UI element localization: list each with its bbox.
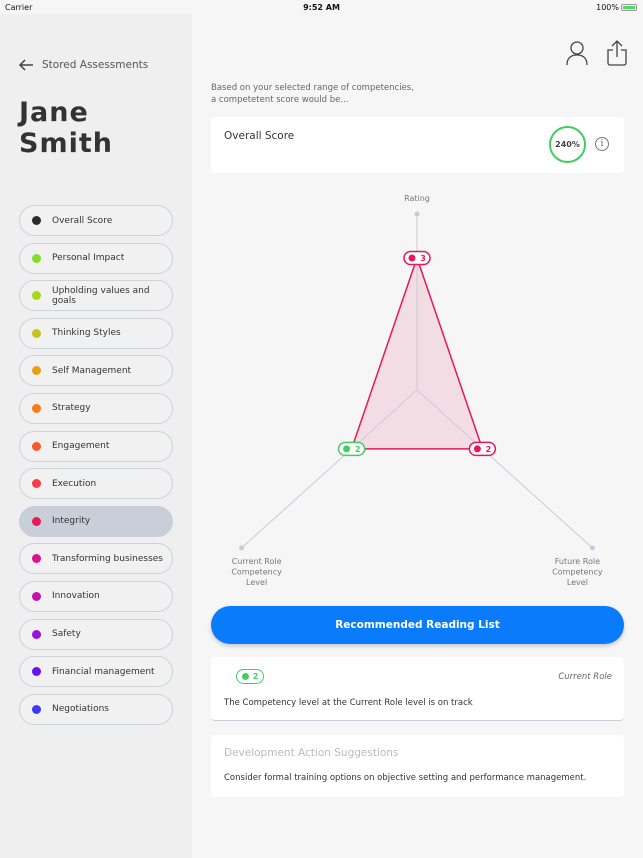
- back-button[interactable]: Stored Assessments: [18, 59, 148, 71]
- sidebar-item[interactable]: Financial management: [19, 656, 173, 688]
- share-icon[interactable]: [605, 40, 629, 66]
- arrow-left-icon: [18, 59, 33, 71]
- sidebar-item[interactable]: Personal Impact: [19, 242, 173, 274]
- color-dot: [32, 253, 41, 263]
- sidebar-item-label: Safety: [52, 629, 81, 640]
- color-dot: [32, 479, 41, 489]
- intro-text: Based on your selected range of competen…: [211, 83, 414, 105]
- axis-label: Level: [567, 578, 588, 587]
- sidebar-item[interactable]: Engagement: [19, 430, 173, 462]
- sidebar-item-label: Negotiations: [52, 704, 109, 715]
- sidebar-item-label: Personal Impact: [52, 253, 125, 264]
- sidebar-item-label: Overall Score: [52, 215, 113, 226]
- overall-score-card: Overall Score 240% i: [211, 117, 624, 173]
- level-badge: 2: [236, 669, 264, 684]
- axis-label: Level: [246, 578, 267, 587]
- color-dot: [32, 554, 41, 564]
- color-dot: [32, 516, 41, 526]
- role-message: The Competency level at the Current Role…: [224, 698, 473, 708]
- sidebar-item-label: Integrity: [52, 516, 91, 527]
- color-dot: [32, 328, 41, 338]
- axis-end-dot: [414, 211, 420, 217]
- sidebar-item[interactable]: Integrity: [19, 505, 173, 537]
- sidebar-item[interactable]: Strategy: [19, 392, 173, 424]
- point-value: 3: [420, 254, 426, 263]
- sidebar: Stored Assessments Jane Smith Overall Sc…: [0, 14, 192, 858]
- person-name: Jane Smith: [19, 97, 113, 159]
- color-dot: [32, 366, 41, 376]
- axis-label: Rating: [404, 194, 430, 203]
- color-dot: [32, 216, 41, 225]
- person-icon[interactable]: [565, 40, 589, 66]
- sidebar-item-label: Innovation: [52, 591, 100, 602]
- competency-list: Overall Score Personal Impact Upholding va…: [19, 205, 173, 731]
- sidebar-item-label: Upholding values and goals: [52, 285, 150, 306]
- role-label: Current Role: [558, 672, 612, 682]
- point-dot: [473, 445, 481, 453]
- point-dot: [343, 445, 351, 453]
- axis-label: Current Role: [232, 557, 282, 566]
- sidebar-item[interactable]: Safety: [19, 618, 173, 650]
- sidebar-item[interactable]: Negotiations: [19, 693, 173, 725]
- axis-label: Competency: [231, 567, 282, 576]
- development-message: Consider formal training options on obje…: [224, 773, 587, 783]
- axis-label: Competency: [552, 567, 603, 576]
- current-role-card: 2 Current Role The Competency level at t…: [211, 657, 624, 721]
- color-dot: [32, 629, 41, 639]
- color-dot: [32, 403, 41, 413]
- point-marker: [403, 250, 431, 266]
- clock: 9:52 AM: [303, 3, 340, 12]
- development-card: Development Action Suggestions Consider …: [211, 735, 624, 797]
- color-dot: [32, 591, 41, 601]
- axis-label: Future Role: [555, 557, 600, 566]
- sidebar-item-label: Execution: [52, 478, 97, 489]
- color-dot: [32, 291, 41, 301]
- sidebar-item-label: Engagement: [52, 441, 110, 452]
- sidebar-item[interactable]: Self Management: [19, 355, 173, 387]
- sidebar-item-label: Self Management: [52, 365, 132, 376]
- development-title: Development Action Suggestions: [224, 747, 399, 759]
- sidebar-item-label: Strategy: [52, 403, 91, 414]
- info-icon[interactable]: i: [595, 137, 609, 151]
- status-bar: Carrier 9:52 AM 100%: [0, 0, 643, 14]
- series-area: [350, 255, 484, 450]
- sidebar-item[interactable]: Thinking Styles: [19, 317, 173, 349]
- recommended-reading-button[interactable]: Recommended Reading List: [211, 606, 624, 644]
- point-dot: [408, 254, 416, 262]
- color-dot: [32, 667, 41, 677]
- color-dot: [32, 704, 41, 714]
- overall-score-ring: 240%: [549, 126, 586, 163]
- battery-icon: [621, 4, 637, 11]
- axis-line: [416, 389, 593, 549]
- sidebar-item-label: Thinking Styles: [52, 328, 121, 339]
- axis-line: [241, 389, 418, 549]
- axis-end-dot: [239, 545, 245, 551]
- sidebar-item-label: Financial management: [52, 666, 155, 677]
- sidebar-item[interactable]: Execution: [19, 468, 173, 500]
- point-marker: [337, 441, 366, 457]
- overall-score-label: Overall Score: [224, 130, 295, 142]
- sidebar-item[interactable]: Upholding values and goals: [19, 280, 173, 312]
- point-value: 2: [486, 445, 492, 454]
- sidebar-item-label: Transforming businesses: [52, 553, 163, 564]
- battery-percent: 100%: [596, 3, 619, 12]
- sidebar-item[interactable]: Transforming businesses: [19, 543, 173, 575]
- color-dot: [32, 441, 41, 451]
- point-value: 2: [355, 445, 361, 454]
- point-marker: [468, 441, 497, 457]
- axis-end-dot: [589, 545, 595, 551]
- sidebar-item[interactable]: Overall Score: [19, 205, 173, 236]
- back-label: Stored Assessments: [42, 59, 149, 71]
- sidebar-item[interactable]: Innovation: [19, 580, 173, 612]
